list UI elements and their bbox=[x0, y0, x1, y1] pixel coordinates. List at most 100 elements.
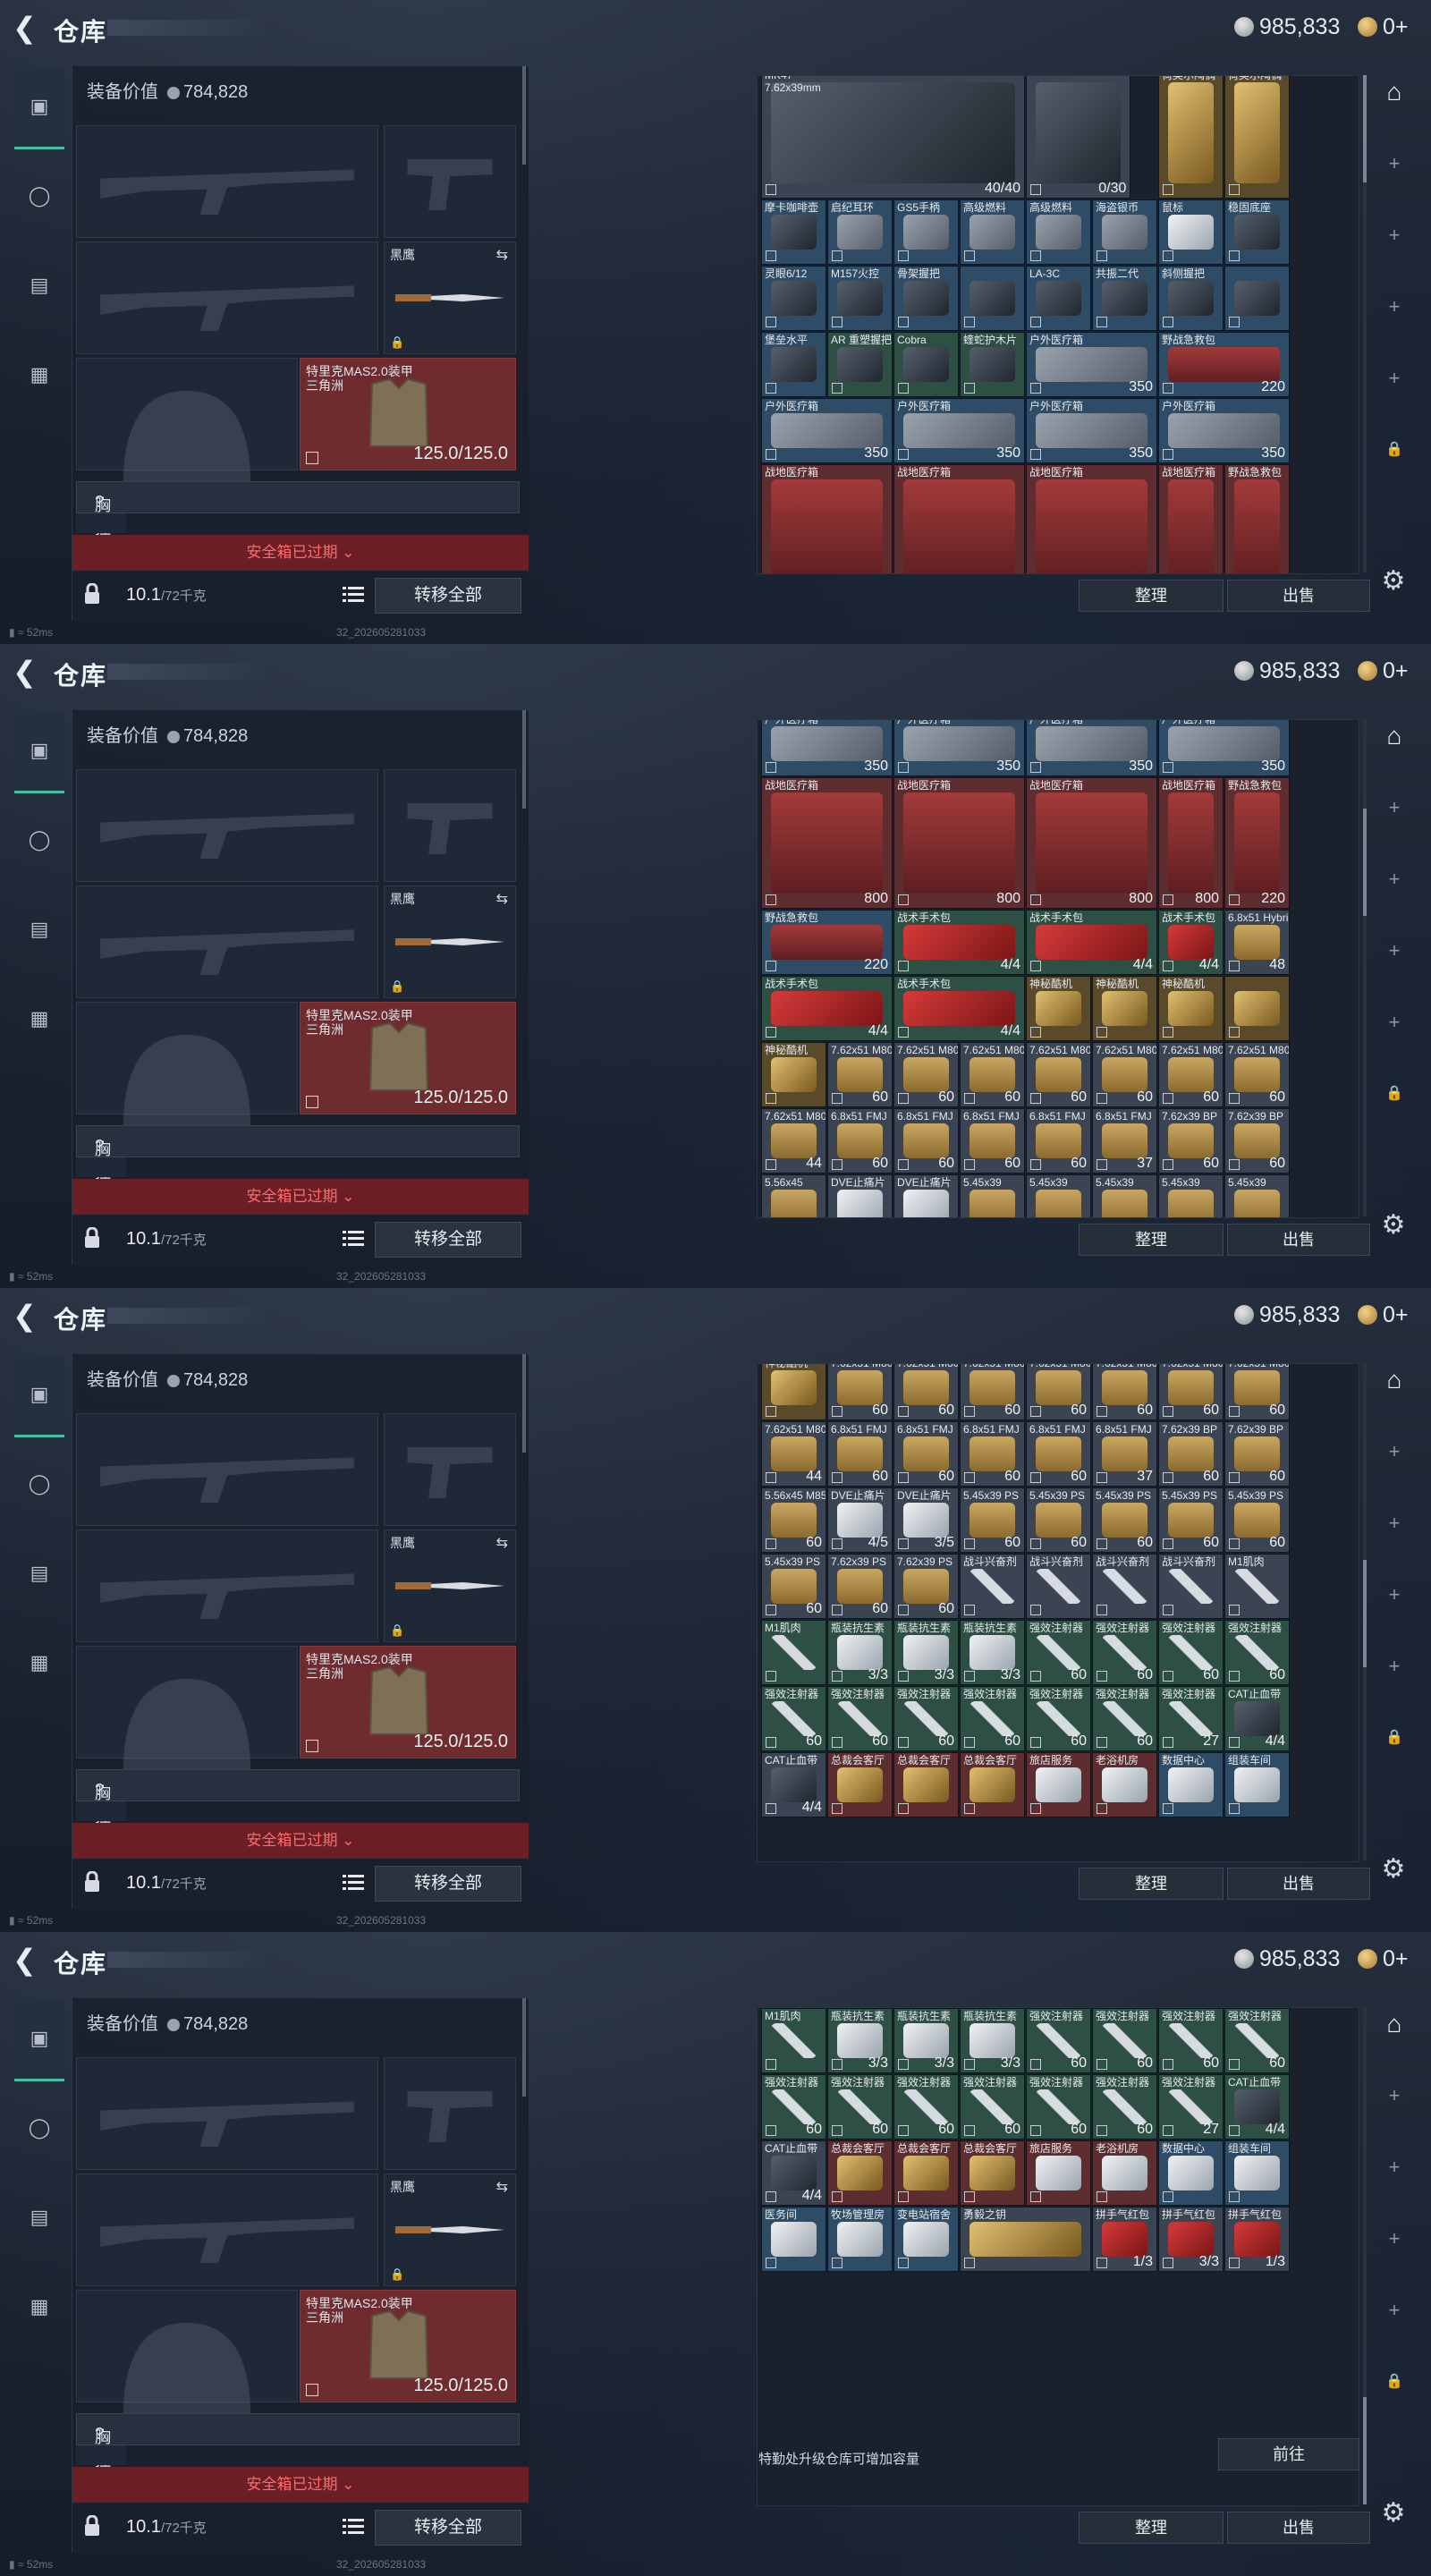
item-cell[interactable]: 7.62x39 PS 60 bbox=[893, 1554, 959, 1619]
item-cell[interactable]: 强效注射器 60 bbox=[1026, 2074, 1091, 2140]
item-cell[interactable]: 7.62x51 M80 60 bbox=[1026, 1042, 1091, 1107]
item-cell[interactable]: 6.8x51 FMJ 60 bbox=[1026, 1108, 1091, 1174]
item-cell[interactable]: DVE止痛片 4/5 bbox=[827, 1487, 893, 1553]
item-cell[interactable]: 老浴机房 bbox=[1092, 2140, 1157, 2206]
item-cell[interactable]: 变电站宿舍 bbox=[893, 2207, 959, 2272]
tab-rig[interactable]: ▤ bbox=[14, 889, 64, 970]
scroll-thumb[interactable] bbox=[1363, 75, 1367, 182]
item-cell[interactable]: 战术手术包 4/4 bbox=[761, 976, 893, 1041]
item-cell[interactable]: 强效注射器 60 bbox=[1158, 2008, 1224, 2073]
item-cell[interactable]: 强效注射器 60 bbox=[1158, 1620, 1224, 1685]
warehouse-tab-icon[interactable]: ⌂ bbox=[1377, 2007, 1411, 2041]
sort-button[interactable]: 整理 bbox=[1079, 1868, 1224, 1900]
add-tab-icon[interactable]: + bbox=[1377, 1005, 1411, 1039]
tab-rig[interactable]: ▤ bbox=[14, 245, 64, 326]
scroll-thumb[interactable] bbox=[1363, 1560, 1367, 1667]
warehouse-grid[interactable]: M1肌肉 瓶装抗生素 3/3 瓶装抗生素 3/3 瓶装抗生素 3/3 强效注射器 60 强效注射器… bbox=[757, 2007, 1359, 2506]
helmet-slot[interactable] bbox=[76, 358, 298, 487]
item-cell[interactable]: 7.62x51 M80 60 bbox=[1026, 1364, 1091, 1420]
item-cell[interactable]: CAT止血带 4/4 bbox=[1224, 2074, 1290, 2140]
item-cell[interactable]: CAT止血带 4/4 bbox=[761, 2140, 826, 2206]
item-cell[interactable]: 户外医疗箱 350 bbox=[761, 398, 893, 463]
item-cell[interactable]: 6.8x51 FMJ 37 bbox=[1092, 1421, 1157, 1487]
item-cell[interactable]: 堡垒水平 bbox=[761, 332, 826, 397]
item-cell[interactable]: 7.62x51 M80 60 bbox=[827, 1042, 893, 1107]
item-cell[interactable]: 旅店服务 bbox=[1026, 1752, 1091, 1818]
item-cell[interactable]: 强效注射器 60 bbox=[1092, 2008, 1157, 2073]
item-cell[interactable]: 强效注射器 60 bbox=[1092, 2074, 1157, 2140]
settings-gear-icon[interactable]: ⚙ bbox=[1377, 565, 1410, 597]
settings-gear-icon[interactable]: ⚙ bbox=[1377, 1853, 1410, 1885]
item-cell[interactable]: 户外医疗箱 350 bbox=[1026, 332, 1157, 397]
item-cell[interactable]: 总裁会客厅 bbox=[893, 1752, 959, 1818]
item-cell[interactable]: 6.8x51 Hybrid 48 bbox=[1224, 910, 1290, 975]
grid-scrollbar[interactable] bbox=[1363, 75, 1367, 572]
item-cell[interactable]: 7.62x39 BP 60 bbox=[1224, 1421, 1290, 1487]
item-cell[interactable]: 7.62x51 M80 44 bbox=[761, 1421, 826, 1487]
knife-slot[interactable]: 黑鹰 ⇆ 🔒 bbox=[384, 1530, 516, 1642]
loadout-scrollbar[interactable] bbox=[522, 1998, 526, 2097]
chest-rig-slot[interactable]: 胸挂 ? bbox=[76, 481, 520, 538]
primary-weapon-slot[interactable] bbox=[76, 2057, 378, 2170]
item-cell[interactable]: M157火控 bbox=[827, 266, 893, 331]
item-cell[interactable]: 战地医疗箱 800 bbox=[761, 777, 893, 909]
add-tab-icon[interactable]: + bbox=[1377, 290, 1411, 324]
item-cell[interactable]: 户外医疗箱 350 bbox=[1158, 398, 1290, 463]
item-cell[interactable]: 启纪耳环 bbox=[827, 199, 893, 265]
back-arrow-icon[interactable]: ❮ bbox=[13, 1301, 39, 1331]
item-cell[interactable]: 6.8x51 FMJ 60 bbox=[1026, 1421, 1091, 1487]
add-tab-icon[interactable]: + bbox=[1377, 218, 1411, 252]
secondary-weapon-slot[interactable] bbox=[76, 242, 378, 354]
add-tab-icon[interactable]: + bbox=[1377, 2222, 1411, 2256]
swap-icon[interactable]: ⇆ bbox=[496, 1534, 508, 1552]
secondary-weapon-slot[interactable] bbox=[76, 2174, 378, 2286]
item-cell[interactable]: 总裁会客厅 bbox=[960, 2140, 1025, 2206]
item-cell[interactable]: 强效注射器 60 bbox=[1224, 1620, 1290, 1685]
item-cell[interactable]: 荷美尔陶偶 bbox=[1158, 76, 1224, 199]
item-cell[interactable]: 高级燃料 bbox=[960, 199, 1025, 265]
back-arrow-icon[interactable]: ❮ bbox=[13, 13, 39, 43]
primary-weapon-slot[interactable] bbox=[76, 1413, 378, 1526]
item-cell[interactable]: 5.45x39 bbox=[960, 1174, 1025, 1217]
item-cell[interactable]: AR 重塑握把 bbox=[827, 332, 893, 397]
item-cell[interactable]: CAT止血带 4/4 bbox=[761, 1752, 826, 1818]
safebox-expired-banner[interactable]: 安全箱已过期 ⌄ bbox=[72, 1179, 529, 1215]
warehouse-grid[interactable]: 户外医疗箱 350 户外医疗箱 350 户外医疗箱 350 户外医疗箱 350 战地医疗箱 800… bbox=[757, 719, 1359, 1218]
pistol-slot[interactable] bbox=[384, 125, 516, 238]
item-cell[interactable]: 强效注射器 60 bbox=[960, 1686, 1025, 1751]
item-cell[interactable]: 6.8x51 FMJ 60 bbox=[960, 1421, 1025, 1487]
item-cell[interactable]: 勇毅之钥 bbox=[960, 2207, 1091, 2272]
tab-backpack[interactable]: ▦ bbox=[14, 979, 64, 1059]
item-cell[interactable]: 5.45x39 bbox=[1158, 1174, 1224, 1217]
item-cell[interactable]: 总裁会客厅 bbox=[960, 1752, 1025, 1818]
item-cell[interactable]: 强效注射器 60 bbox=[1026, 1620, 1091, 1685]
item-cell[interactable]: 灵眼6/12 bbox=[761, 266, 826, 331]
pocket-slot[interactable] bbox=[76, 1801, 126, 1821]
item-cell[interactable]: 强效注射器 60 bbox=[893, 1686, 959, 1751]
add-tab-icon[interactable]: + bbox=[1377, 1506, 1411, 1540]
pocket-slot[interactable] bbox=[76, 2445, 126, 2465]
item-cell[interactable]: 野战急救包 bbox=[1224, 464, 1290, 573]
points-add-button[interactable]: 0+ bbox=[1383, 658, 1409, 684]
item-cell[interactable]: M1肌肉 bbox=[1224, 1554, 1290, 1619]
item-cell[interactable]: 6.8x51 FMJ 60 bbox=[827, 1108, 893, 1174]
item-cell[interactable]: 强效注射器 27 bbox=[1158, 2074, 1224, 2140]
item-cell[interactable]: 强效注射器 27 bbox=[1158, 1686, 1224, 1751]
item-cell[interactable]: 战术手术包 4/4 bbox=[1158, 910, 1224, 975]
item-cell[interactable]: 7.62x51 M80 60 bbox=[960, 1042, 1025, 1107]
list-icon[interactable] bbox=[343, 1229, 364, 1247]
warehouse-tab-icon[interactable]: ⌂ bbox=[1377, 75, 1411, 109]
item-cell[interactable]: 强效注射器 60 bbox=[893, 2074, 959, 2140]
item-cell[interactable]: 7.62x39 BP 60 bbox=[1158, 1108, 1224, 1174]
list-icon[interactable] bbox=[343, 2517, 364, 2535]
helmet-slot[interactable] bbox=[76, 2290, 298, 2419]
item-cell[interactable]: 7.62x51 M80 60 bbox=[893, 1364, 959, 1420]
item-cell[interactable]: 户外医疗箱 350 bbox=[1158, 720, 1290, 776]
add-tab-icon[interactable]: + bbox=[1377, 2079, 1411, 2113]
item-cell[interactable]: 7.62x51 M80 60 bbox=[1158, 1364, 1224, 1420]
item-cell[interactable]: 7.62x51 M80 60 bbox=[960, 1364, 1025, 1420]
swap-icon[interactable]: ⇆ bbox=[496, 2178, 508, 2196]
chest-rig-slot[interactable]: 胸挂 ? bbox=[76, 1769, 520, 1826]
item-cell[interactable]: 强效注射器 60 bbox=[827, 2074, 893, 2140]
item-cell[interactable]: 5.45x39 PS 60 bbox=[1224, 1487, 1290, 1553]
